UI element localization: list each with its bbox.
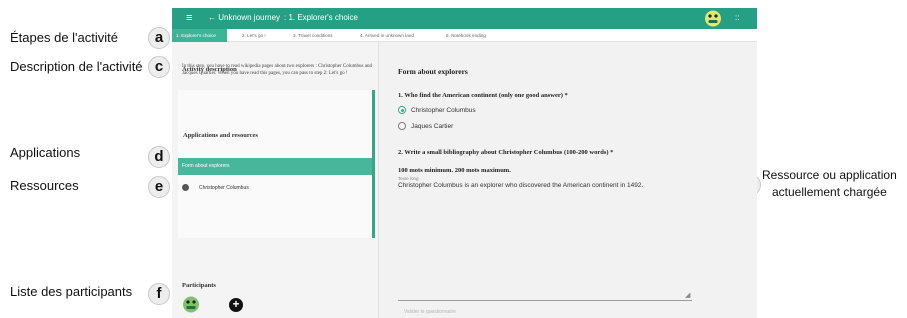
monster-avatar-icon — [183, 296, 199, 313]
application-form-about-explorers[interactable]: Form about explorers — [178, 158, 372, 175]
form-title: Form about explorers — [398, 67, 468, 76]
question-2: 2. Write a small bibliography about Chri… — [398, 149, 614, 156]
top-bar: ≡ ← Unknown journey : 1. Explorer's choi… — [172, 8, 757, 29]
answer-field-label: Texte long — [398, 176, 419, 181]
annotation-label-e: Ressources — [10, 178, 79, 193]
back-to-journey-link[interactable]: ← Unknown journey — [208, 12, 280, 24]
option-label: Christopher Columbus — [411, 107, 476, 114]
annotation-label-f: Liste des participants — [10, 284, 133, 299]
option-jaques-cartier[interactable]: Jaques Cartier — [398, 122, 453, 132]
participant-avatar[interactable] — [182, 296, 200, 318]
radio-checked-icon[interactable] — [398, 106, 406, 115]
annotation-badge-e: e — [148, 176, 170, 198]
menu-icon[interactable]: ≡ — [186, 11, 192, 25]
loaded-resource-pane: Form about explorers 1. Who find the Ame… — [380, 42, 757, 318]
step-5[interactable]: 5. Notebook ending — [442, 29, 486, 42]
resource-label: Christopher Columbus — [199, 185, 249, 191]
applications-title: Applications and resources — [183, 132, 258, 139]
submit-form-button[interactable]: Valider le questionnaire — [404, 309, 456, 315]
annotation-label-b-line1: Ressource ou application — [762, 168, 897, 182]
globe-icon — [182, 184, 189, 192]
annotation-badge-d: d — [148, 146, 170, 168]
radio-unchecked-icon[interactable] — [398, 122, 406, 131]
annotation-label-c: Description de l'activité — [10, 59, 143, 74]
breadcrumb: : 1. Explorer's choice — [284, 13, 359, 22]
textarea-underline — [398, 300, 692, 301]
annotation-badge-f: f — [148, 283, 170, 305]
bibliography-textarea[interactable]: Christopher Columbus is an explorer who … — [398, 182, 693, 190]
question-2-hint: 100 mots minimum. 200 mots maximum. — [398, 167, 511, 174]
annotation-label-a: Étapes de l'activité — [10, 30, 118, 45]
option-christopher-columbus[interactable]: Christopher Columbus — [398, 106, 476, 116]
app-window: ≡ ← Unknown journey : 1. Explorer's choi… — [172, 8, 757, 318]
step-3[interactable]: 3. Travel conditions — [289, 29, 333, 42]
annotation-badge-c: c — [148, 56, 170, 78]
add-participant-button[interactable]: + — [229, 298, 243, 312]
apps-grid-icon[interactable]: :: — [735, 13, 739, 23]
resize-handle-icon[interactable]: ◢ — [685, 291, 690, 299]
step-1[interactable]: 1. Explorer's choice — [172, 29, 227, 42]
participants-title: Participants — [182, 282, 216, 289]
annotation-label-d: Applications — [10, 145, 81, 160]
activity-description-text: In this step, you have to read wikipedia… — [182, 64, 372, 76]
annotation-label-b-line2: actuellement chargée — [772, 185, 887, 199]
question-1: 1. Who find the American continent (only… — [398, 92, 568, 99]
step-2[interactable]: 2. Let's go ! — [238, 29, 266, 42]
activity-steps-bar: 1. Explorer's choice 2. Let's go ! 3. Tr… — [172, 29, 757, 42]
resource-christopher-columbus[interactable]: Christopher Columbus — [182, 182, 249, 194]
option-label: Jaques Cartier — [411, 123, 454, 130]
step-4[interactable]: 4. Arrived in unknown land — [356, 29, 414, 42]
monster-avatar-icon — [705, 10, 721, 27]
annotation-badge-a: a — [148, 27, 170, 49]
